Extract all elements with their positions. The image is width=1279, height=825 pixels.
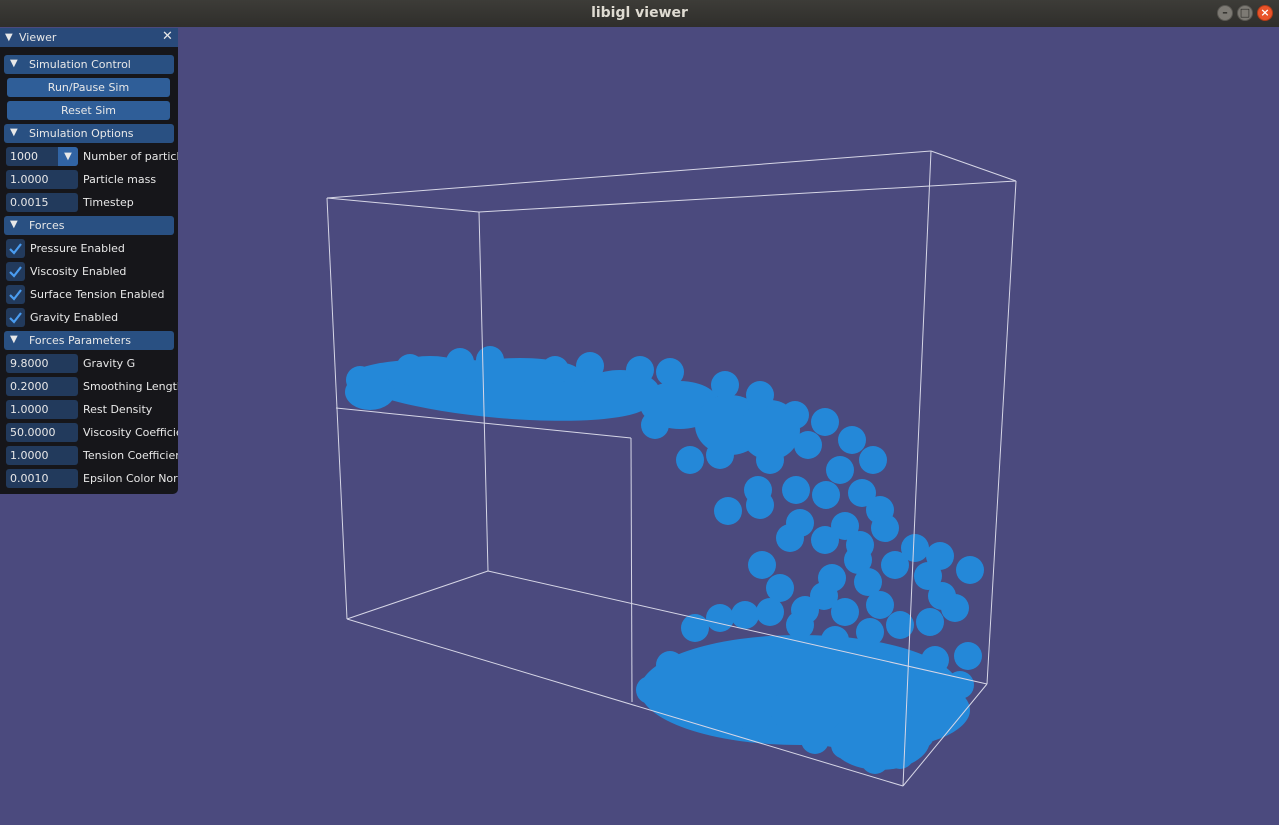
run-pause-button[interactable]: Run/Pause Sim <box>7 78 170 97</box>
checkmark-icon <box>9 312 22 324</box>
window-titlebar: libigl viewer – □ × <box>0 0 1279 27</box>
viewer-panel-header[interactable]: ▼ Viewer ✕ <box>0 28 178 47</box>
particle-cloud <box>345 346 984 774</box>
epsilon-color-norm-input[interactable]: 0.0010 <box>6 469 78 488</box>
checkbox-label: Surface Tension Enabled <box>30 288 165 301</box>
rest-density-input[interactable]: 1.0000 <box>6 400 78 419</box>
field-label: Epsilon Color Norm <box>83 472 178 485</box>
checkmark-icon <box>9 266 22 278</box>
checkmark-icon <box>9 289 22 301</box>
field-label: Particle mass <box>83 173 157 186</box>
input-value: 1.0000 <box>10 403 49 416</box>
section-title: Simulation Options <box>29 127 134 140</box>
viewer-panel-title: Viewer <box>19 31 57 44</box>
section-simulation-options[interactable]: ▼ Simulation Options <box>4 124 174 143</box>
field-label: Viscosity Coefficient <box>83 426 178 439</box>
window-title: libigl viewer <box>591 5 688 21</box>
input-value: 0.2000 <box>10 380 49 393</box>
minimize-icon: – <box>1222 6 1228 19</box>
chevron-down-icon[interactable]: ▼ <box>58 147 78 166</box>
particle-mass-input[interactable]: 1.0000 <box>6 170 78 189</box>
checkbox-label: Gravity Enabled <box>30 311 119 324</box>
field-label: Gravity G <box>83 357 136 370</box>
collapse-arrow-icon[interactable]: ▼ <box>5 32 13 43</box>
close-icon[interactable]: ✕ <box>162 29 173 44</box>
collapse-arrow-icon: ▼ <box>10 334 18 345</box>
input-value: 0.0015 <box>10 196 49 209</box>
section-title: Simulation Control <box>29 58 131 71</box>
checkbox-label: Viscosity Enabled <box>30 265 127 278</box>
maximize-button[interactable]: □ <box>1237 5 1253 21</box>
collapse-arrow-icon: ▼ <box>10 219 18 230</box>
3d-viewport[interactable] <box>0 27 1279 825</box>
tension-coefficient-input[interactable]: 1.0000 <box>6 446 78 465</box>
section-forces-parameters[interactable]: ▼ Forces Parameters <box>4 331 174 350</box>
field-label: Number of particles <box>83 150 178 163</box>
collapse-arrow-icon: ▼ <box>10 127 18 138</box>
section-title: Forces <box>29 219 65 232</box>
input-value: 1.0000 <box>10 173 49 186</box>
close-icon: × <box>1260 6 1270 19</box>
section-forces[interactable]: ▼ Forces <box>4 216 174 235</box>
num-particles-select[interactable]: 1000 ▼ <box>6 147 78 166</box>
collapse-arrow-icon: ▼ <box>10 58 18 69</box>
checkbox-label: Pressure Enabled <box>30 242 125 255</box>
gravity-g-input[interactable]: 9.8000 <box>6 354 78 373</box>
checkmark-icon <box>9 243 22 255</box>
field-label: Tension Coefficient <box>83 449 178 462</box>
smoothing-length-input[interactable]: 0.2000 <box>6 377 78 396</box>
field-label: Timestep <box>83 196 134 209</box>
input-value: 50.0000 <box>10 426 56 439</box>
viscosity-checkbox[interactable] <box>6 262 25 281</box>
viewer-panel[interactable]: ▼ Viewer ✕ ▼ Simulation Control Run/Paus… <box>0 28 178 494</box>
input-value: 9.8000 <box>10 357 49 370</box>
close-window-button[interactable]: × <box>1257 5 1273 21</box>
maximize-icon: □ <box>1239 6 1251 19</box>
section-simulation-control[interactable]: ▼ Simulation Control <box>4 55 174 74</box>
timestep-input[interactable]: 0.0015 <box>6 193 78 212</box>
select-value: 1000 <box>10 150 38 163</box>
viscosity-coefficient-input[interactable]: 50.0000 <box>6 423 78 442</box>
field-label: Rest Density <box>83 403 153 416</box>
gravity-checkbox[interactable] <box>6 308 25 327</box>
input-value: 1.0000 <box>10 449 49 462</box>
reset-button[interactable]: Reset Sim <box>7 101 170 120</box>
minimize-button[interactable]: – <box>1217 5 1233 21</box>
field-label: Smoothing Length <box>83 380 178 393</box>
surface-tension-checkbox[interactable] <box>6 285 25 304</box>
section-title: Forces Parameters <box>29 334 131 347</box>
pressure-checkbox[interactable] <box>6 239 25 258</box>
input-value: 0.0010 <box>10 472 49 485</box>
